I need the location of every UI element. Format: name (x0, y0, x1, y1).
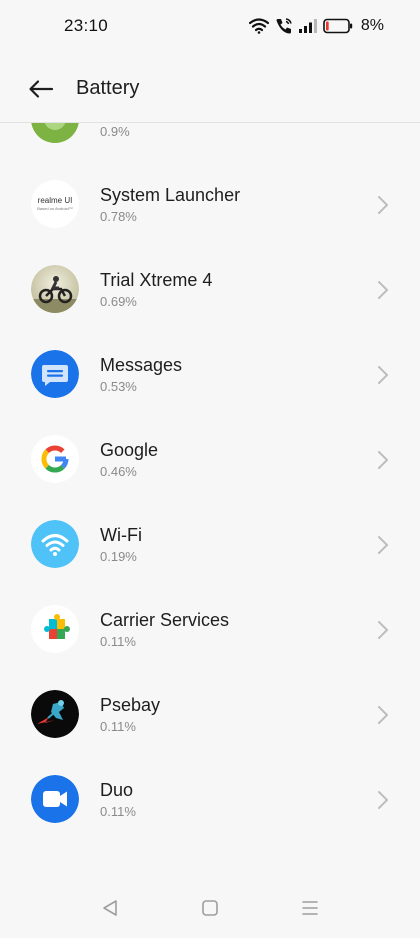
app-percent: 0.11% (100, 804, 136, 819)
wifi-status-icon (248, 18, 269, 34)
app-percent: 0.11% (100, 719, 136, 734)
battery-percent: 8% (360, 17, 384, 34)
nav-recents-button[interactable] (298, 896, 322, 920)
app-percent: 0.46% (100, 464, 137, 479)
wifi-call-icon (275, 17, 293, 35)
wifi-icon (31, 520, 79, 568)
duo-camera-icon (31, 775, 79, 823)
app-row-duo[interactable]: Duo 0.11% (0, 758, 420, 843)
app-row-partial[interactable]: 0.9% (0, 123, 420, 163)
status-time: 23:10 (64, 16, 109, 35)
chevron-right-icon (378, 451, 388, 469)
app-percent: 0.53% (100, 379, 137, 394)
app-percent: 0.19% (100, 549, 137, 564)
app-name: Carrier Services (100, 610, 230, 630)
chevron-right-icon (378, 281, 388, 299)
chevron-right-icon (378, 791, 388, 809)
nav-home-button[interactable] (198, 896, 222, 920)
status-bar: 23:10 8% (0, 0, 420, 54)
psebay-icon (31, 690, 79, 738)
app-name: Psebay (100, 695, 161, 715)
chevron-right-icon (378, 196, 388, 214)
app-name: Google (100, 440, 159, 460)
app-row-wifi[interactable]: Wi-Fi 0.19% (0, 503, 420, 588)
app-percent: 0.11% (100, 634, 136, 649)
app-usage-list[interactable]: 0.9% realme UI Based on Android™ System … (0, 123, 420, 868)
app-percent: 0.78% (100, 209, 137, 224)
app-percent: 0.9% (100, 124, 130, 139)
realme-ui-text: realme UI (37, 196, 73, 205)
partial-app-icon (31, 123, 79, 143)
status-icons: 8% (248, 16, 384, 36)
app-name: Wi-Fi (100, 525, 142, 545)
chevron-right-icon (378, 536, 388, 554)
motorbike-game-icon (31, 265, 79, 313)
menu-lines-icon (302, 901, 318, 915)
realme-ui-icon: realme UI Based on Android™ (31, 180, 79, 228)
app-row-psebay[interactable]: Psebay 0.11% (0, 673, 420, 758)
signal-icon (298, 19, 317, 33)
app-row-trial-xtreme-4[interactable]: Trial Xtreme 4 0.69% (0, 248, 420, 333)
header: Battery (0, 60, 420, 118)
app-row-google[interactable]: Google 0.46% (0, 418, 420, 503)
realme-ui-subtext: Based on Android™ (37, 206, 73, 211)
chevron-right-icon (378, 706, 388, 724)
app-row-system-launcher[interactable]: realme UI Based on Android™ System Launc… (0, 163, 420, 248)
app-row-carrier-services[interactable]: Carrier Services 0.11% (0, 588, 420, 673)
arrow-left-icon (29, 80, 54, 98)
messages-icon (31, 350, 79, 398)
app-name: Trial Xtreme 4 (100, 270, 213, 290)
system-nav-bar (0, 876, 420, 938)
google-g-icon (31, 435, 79, 483)
chevron-right-icon (378, 621, 388, 639)
chevron-right-icon (378, 366, 388, 384)
triangle-back-icon (103, 900, 117, 916)
square-home-icon (202, 900, 218, 916)
app-name: Messages (100, 355, 183, 375)
app-name: Duo (100, 780, 134, 800)
carrier-services-icon (31, 605, 79, 653)
app-name: System Launcher (100, 185, 241, 205)
battery-icon (323, 18, 353, 34)
page-title: Battery (76, 77, 140, 99)
nav-back-button[interactable] (98, 896, 122, 920)
back-button[interactable] (22, 72, 60, 106)
app-row-messages[interactable]: Messages 0.53% (0, 333, 420, 418)
app-percent: 0.69% (100, 294, 137, 309)
